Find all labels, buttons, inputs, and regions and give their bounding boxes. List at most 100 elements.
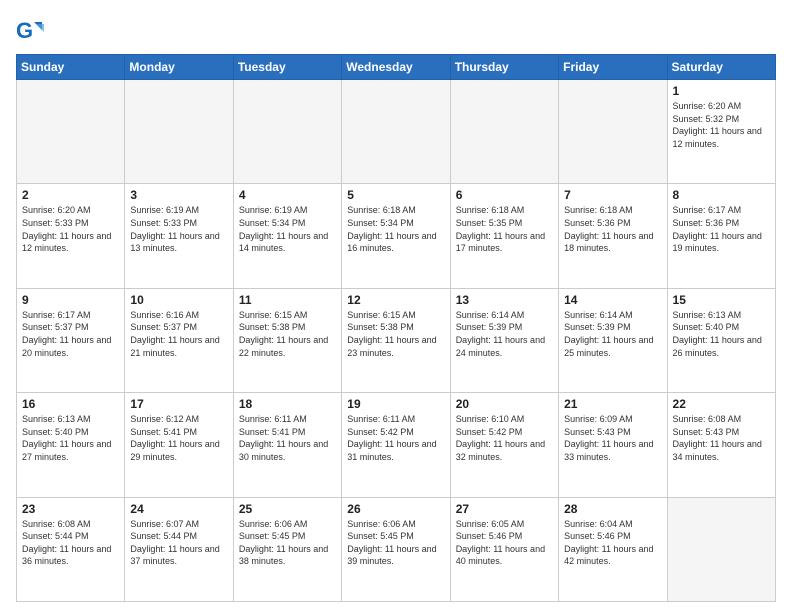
calendar-cell: 17 Sunrise: 6:12 AMSunset: 5:41 PMDayligh…	[125, 393, 233, 497]
day-info: Sunrise: 6:10 AMSunset: 5:42 PMDaylight:…	[456, 413, 553, 463]
day-number: 1	[673, 84, 770, 98]
calendar-cell: 7 Sunrise: 6:18 AMSunset: 5:36 PMDaylight…	[559, 184, 667, 288]
calendar-cell: 15 Sunrise: 6:13 AMSunset: 5:40 PMDayligh…	[667, 288, 775, 392]
day-info: Sunrise: 6:06 AMSunset: 5:45 PMDaylight:…	[347, 518, 444, 568]
day-number: 25	[239, 502, 336, 516]
day-info: Sunrise: 6:11 AMSunset: 5:42 PMDaylight:…	[347, 413, 444, 463]
day-number: 27	[456, 502, 553, 516]
day-info: Sunrise: 6:15 AMSunset: 5:38 PMDaylight:…	[239, 309, 336, 359]
day-info: Sunrise: 6:13 AMSunset: 5:40 PMDaylight:…	[22, 413, 119, 463]
calendar-cell: 28Sunrise: 6:04 AMSunset: 5:46 PMDayligh…	[559, 497, 667, 601]
calendar-week-3: 16Sunrise: 6:13 AMSunset: 5:40 PMDayligh…	[17, 393, 776, 497]
day-number: 23	[22, 502, 119, 516]
day-number: 26	[347, 502, 444, 516]
calendar-cell	[450, 80, 558, 184]
day-info: Sunrise: 6:07 AMSunset: 5:44 PMDaylight:…	[130, 518, 227, 568]
day-number: 12	[347, 293, 444, 307]
calendar-week-4: 23 Sunrise: 6:08 AMSunset: 5:44 PMDayligh…	[17, 497, 776, 601]
weekday-header-wednesday: Wednesday	[342, 55, 450, 80]
calendar-cell: 8 Sunrise: 6:17 AMSunset: 5:36 PMDaylight…	[667, 184, 775, 288]
calendar-cell: 3 Sunrise: 6:19 AMSunset: 5:33 PMDaylight…	[125, 184, 233, 288]
calendar-cell: 22 Sunrise: 6:08 AMSunset: 5:43 PMDayligh…	[667, 393, 775, 497]
day-number: 7	[564, 188, 661, 202]
calendar-week-2: 9Sunrise: 6:17 AMSunset: 5:37 PMDaylight…	[17, 288, 776, 392]
weekday-header-thursday: Thursday	[450, 55, 558, 80]
day-number: 13	[456, 293, 553, 307]
calendar-week-1: 2Sunrise: 6:20 AMSunset: 5:33 PMDaylight…	[17, 184, 776, 288]
calendar-cell: 2Sunrise: 6:20 AMSunset: 5:33 PMDaylight…	[17, 184, 125, 288]
calendar-cell: 25 Sunrise: 6:06 AMSunset: 5:45 PMDayligh…	[233, 497, 341, 601]
header: G	[16, 16, 776, 44]
day-info: Sunrise: 6:06 AMSunset: 5:45 PMDaylight:…	[239, 518, 336, 568]
calendar-cell: 6 Sunrise: 6:18 AMSunset: 5:35 PMDaylight…	[450, 184, 558, 288]
calendar-cell: 16Sunrise: 6:13 AMSunset: 5:40 PMDayligh…	[17, 393, 125, 497]
day-number: 5	[347, 188, 444, 202]
day-info: Sunrise: 6:13 AMSunset: 5:40 PMDaylight:…	[673, 309, 770, 359]
day-number: 6	[456, 188, 553, 202]
weekday-header-tuesday: Tuesday	[233, 55, 341, 80]
day-info: Sunrise: 6:18 AMSunset: 5:35 PMDaylight:…	[456, 204, 553, 254]
day-number: 19	[347, 397, 444, 411]
day-number: 20	[456, 397, 553, 411]
calendar-cell: 13Sunrise: 6:14 AMSunset: 5:39 PMDayligh…	[450, 288, 558, 392]
day-number: 14	[564, 293, 661, 307]
day-info: Sunrise: 6:16 AMSunset: 5:37 PMDaylight:…	[130, 309, 227, 359]
calendar-cell: 11 Sunrise: 6:15 AMSunset: 5:38 PMDayligh…	[233, 288, 341, 392]
day-info: Sunrise: 6:04 AMSunset: 5:46 PMDaylight:…	[564, 518, 661, 568]
calendar-cell: 23 Sunrise: 6:08 AMSunset: 5:44 PMDayligh…	[17, 497, 125, 601]
day-info: Sunrise: 6:05 AMSunset: 5:46 PMDaylight:…	[456, 518, 553, 568]
calendar-cell: 18 Sunrise: 6:11 AMSunset: 5:41 PMDayligh…	[233, 393, 341, 497]
calendar-cell: 14 Sunrise: 6:14 AMSunset: 5:39 PMDayligh…	[559, 288, 667, 392]
page: G SundayMondayTuesdayWednesdayThursdayFr…	[0, 0, 792, 612]
calendar-cell: 19 Sunrise: 6:11 AMSunset: 5:42 PMDayligh…	[342, 393, 450, 497]
day-number: 8	[673, 188, 770, 202]
calendar-week-0: 1 Sunrise: 6:20 AMSunset: 5:32 PMDaylight…	[17, 80, 776, 184]
calendar-cell: 24 Sunrise: 6:07 AMSunset: 5:44 PMDayligh…	[125, 497, 233, 601]
day-info: Sunrise: 6:12 AMSunset: 5:41 PMDaylight:…	[130, 413, 227, 463]
day-number: 15	[673, 293, 770, 307]
day-number: 3	[130, 188, 227, 202]
calendar-cell: 27 Sunrise: 6:05 AMSunset: 5:46 PMDayligh…	[450, 497, 558, 601]
day-info: Sunrise: 6:20 AMSunset: 5:32 PMDaylight:…	[673, 100, 770, 150]
day-info: Sunrise: 6:08 AMSunset: 5:43 PMDaylight:…	[673, 413, 770, 463]
day-info: Sunrise: 6:18 AMSunset: 5:34 PMDaylight:…	[347, 204, 444, 254]
weekday-header-sunday: Sunday	[17, 55, 125, 80]
calendar-cell: 10Sunrise: 6:16 AMSunset: 5:37 PMDayligh…	[125, 288, 233, 392]
day-info: Sunrise: 6:20 AMSunset: 5:33 PMDaylight:…	[22, 204, 119, 254]
day-number: 24	[130, 502, 227, 516]
weekday-header-friday: Friday	[559, 55, 667, 80]
weekday-header-saturday: Saturday	[667, 55, 775, 80]
day-info: Sunrise: 6:17 AMSunset: 5:37 PMDaylight:…	[22, 309, 119, 359]
calendar-cell: 1 Sunrise: 6:20 AMSunset: 5:32 PMDaylight…	[667, 80, 775, 184]
day-info: Sunrise: 6:08 AMSunset: 5:44 PMDaylight:…	[22, 518, 119, 568]
calendar-cell: 12 Sunrise: 6:15 AMSunset: 5:38 PMDayligh…	[342, 288, 450, 392]
day-info: Sunrise: 6:14 AMSunset: 5:39 PMDaylight:…	[564, 309, 661, 359]
day-info: Sunrise: 6:11 AMSunset: 5:41 PMDaylight:…	[239, 413, 336, 463]
calendar-cell	[125, 80, 233, 184]
day-info: Sunrise: 6:17 AMSunset: 5:36 PMDaylight:…	[673, 204, 770, 254]
day-number: 17	[130, 397, 227, 411]
day-info: Sunrise: 6:15 AMSunset: 5:38 PMDaylight:…	[347, 309, 444, 359]
calendar-cell: 4 Sunrise: 6:19 AMSunset: 5:34 PMDaylight…	[233, 184, 341, 288]
day-number: 4	[239, 188, 336, 202]
calendar-cell	[233, 80, 341, 184]
weekday-header-monday: Monday	[125, 55, 233, 80]
calendar-cell	[17, 80, 125, 184]
day-number: 18	[239, 397, 336, 411]
calendar-cell: 21 Sunrise: 6:09 AMSunset: 5:43 PMDayligh…	[559, 393, 667, 497]
day-info: Sunrise: 6:18 AMSunset: 5:36 PMDaylight:…	[564, 204, 661, 254]
day-number: 21	[564, 397, 661, 411]
calendar-cell: 20 Sunrise: 6:10 AMSunset: 5:42 PMDayligh…	[450, 393, 558, 497]
day-info: Sunrise: 6:19 AMSunset: 5:33 PMDaylight:…	[130, 204, 227, 254]
day-info: Sunrise: 6:19 AMSunset: 5:34 PMDaylight:…	[239, 204, 336, 254]
calendar-table: SundayMondayTuesdayWednesdayThursdayFrid…	[16, 54, 776, 602]
calendar-cell: 5 Sunrise: 6:18 AMSunset: 5:34 PMDaylight…	[342, 184, 450, 288]
day-info: Sunrise: 6:09 AMSunset: 5:43 PMDaylight:…	[564, 413, 661, 463]
calendar-cell: 9Sunrise: 6:17 AMSunset: 5:37 PMDaylight…	[17, 288, 125, 392]
logo: G	[16, 16, 48, 44]
calendar-cell	[667, 497, 775, 601]
calendar-header-row: SundayMondayTuesdayWednesdayThursdayFrid…	[17, 55, 776, 80]
calendar-cell	[559, 80, 667, 184]
day-number: 11	[239, 293, 336, 307]
day-number: 22	[673, 397, 770, 411]
